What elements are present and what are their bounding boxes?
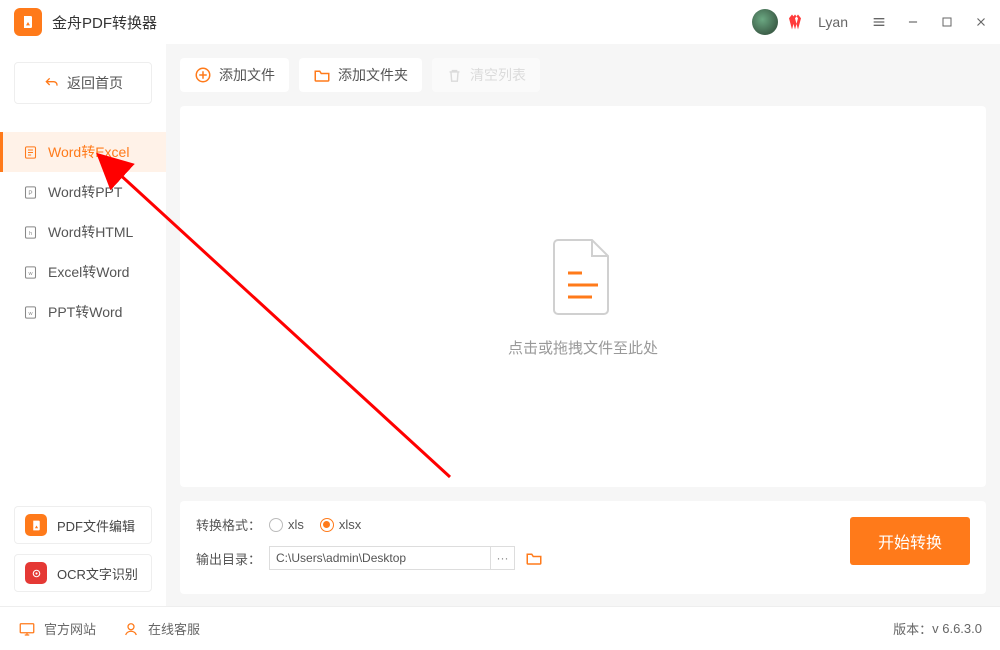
sidebar: 返回首页 Word转Excel P Word转PPT h Word转HTML w… (0, 44, 166, 606)
sidebar-item-label: Excel转Word (48, 262, 129, 282)
official-site-label: 官方网站 (44, 619, 96, 638)
live-support-label: 在线客服 (148, 619, 200, 638)
excel-icon: w (22, 264, 38, 280)
toolbar: 添加文件 添加文件夹 清空列表 (180, 58, 986, 92)
headset-icon (122, 620, 140, 638)
add-folder-button[interactable]: 添加文件夹 (299, 58, 422, 92)
radio-xlsx-label: xlsx (339, 517, 361, 532)
trash-icon (446, 67, 463, 84)
svg-text:w: w (27, 271, 33, 277)
clear-list-button[interactable]: 清空列表 (432, 58, 540, 92)
convert-button-label: 开始转换 (878, 529, 942, 553)
radio-xls-label: xls (288, 517, 304, 532)
pdf-edit-icon (25, 514, 47, 536)
folder-icon (313, 66, 331, 84)
svg-text:P: P (28, 190, 32, 197)
convert-button[interactable]: 开始转换 (850, 517, 970, 565)
minimize-icon[interactable] (904, 13, 922, 31)
back-home-button[interactable]: 返回首页 (14, 62, 152, 104)
back-arrow-icon (43, 75, 59, 91)
menu-icon[interactable] (870, 13, 888, 31)
radio-xlsx[interactable]: xlsx (320, 517, 361, 532)
sidebar-item-excel-to-word[interactable]: w Excel转Word (0, 252, 166, 292)
titlebar: 金舟PDF转换器 Lyan (0, 0, 1000, 44)
settings-panel: 转换格式： xls xlsx 输出目录： ··· 开始转换 (180, 501, 986, 594)
svg-text:w: w (27, 311, 33, 317)
output-label: 输出目录： (196, 549, 261, 568)
ocr-button[interactable]: OCR文字识别 (14, 554, 152, 592)
sidebar-item-word-to-html[interactable]: h Word转HTML (0, 212, 166, 252)
version-value: v 6.6.3.0 (932, 621, 982, 636)
username[interactable]: Lyan (818, 14, 848, 30)
content-area: 添加文件 添加文件夹 清空列表 点击或拖拽文件至此处 转换 (166, 44, 1000, 606)
pdf-edit-button[interactable]: PDF文件编辑 (14, 506, 152, 544)
maximize-icon[interactable] (938, 13, 956, 31)
monitor-icon (18, 620, 36, 638)
app-logo (14, 8, 42, 36)
add-file-button[interactable]: 添加文件 (180, 58, 289, 92)
open-folder-icon[interactable] (525, 549, 543, 567)
drop-zone[interactable]: 点击或拖拽文件至此处 (180, 106, 986, 487)
output-path-input[interactable] (269, 546, 491, 570)
doc-icon (22, 144, 38, 160)
back-home-label: 返回首页 (67, 73, 123, 93)
format-label: 转换格式： (196, 515, 261, 534)
document-placeholder-icon (548, 235, 618, 315)
footer: 官方网站 在线客服 版本： v 6.6.3.0 (0, 606, 1000, 650)
sidebar-item-label: Word转HTML (48, 222, 133, 242)
live-support-link[interactable]: 在线客服 (122, 619, 200, 638)
html-icon: h (22, 224, 38, 240)
sidebar-item-word-to-excel[interactable]: Word转Excel (0, 132, 166, 172)
radio-xls[interactable]: xls (269, 517, 304, 532)
svg-text:h: h (28, 231, 31, 237)
add-folder-label: 添加文件夹 (338, 65, 408, 85)
add-file-label: 添加文件 (219, 65, 275, 85)
ocr-icon (25, 562, 47, 584)
ppt-icon: P (22, 184, 38, 200)
drop-hint-text: 点击或拖拽文件至此处 (508, 337, 658, 358)
close-icon[interactable] (972, 13, 990, 31)
browse-path-button[interactable]: ··· (491, 546, 515, 570)
version-label: 版本： (893, 619, 932, 638)
sidebar-item-word-to-ppt[interactable]: P Word转PPT (0, 172, 166, 212)
pdf-edit-label: PDF文件编辑 (57, 516, 135, 535)
sidebar-item-label: Word转PPT (48, 182, 122, 202)
app-title: 金舟PDF转换器 (52, 12, 157, 33)
word-icon: w (22, 304, 38, 320)
ocr-label: OCR文字识别 (57, 564, 138, 583)
clear-list-label: 清空列表 (470, 65, 526, 85)
plus-circle-icon (194, 66, 212, 84)
vip-badge-icon[interactable] (786, 13, 804, 31)
sidebar-item-ppt-to-word[interactable]: w PPT转Word (0, 292, 166, 332)
avatar[interactable] (752, 9, 778, 35)
sidebar-item-label: PPT转Word (48, 302, 122, 322)
official-site-link[interactable]: 官方网站 (18, 619, 96, 638)
sidebar-item-label: Word转Excel (48, 142, 129, 162)
